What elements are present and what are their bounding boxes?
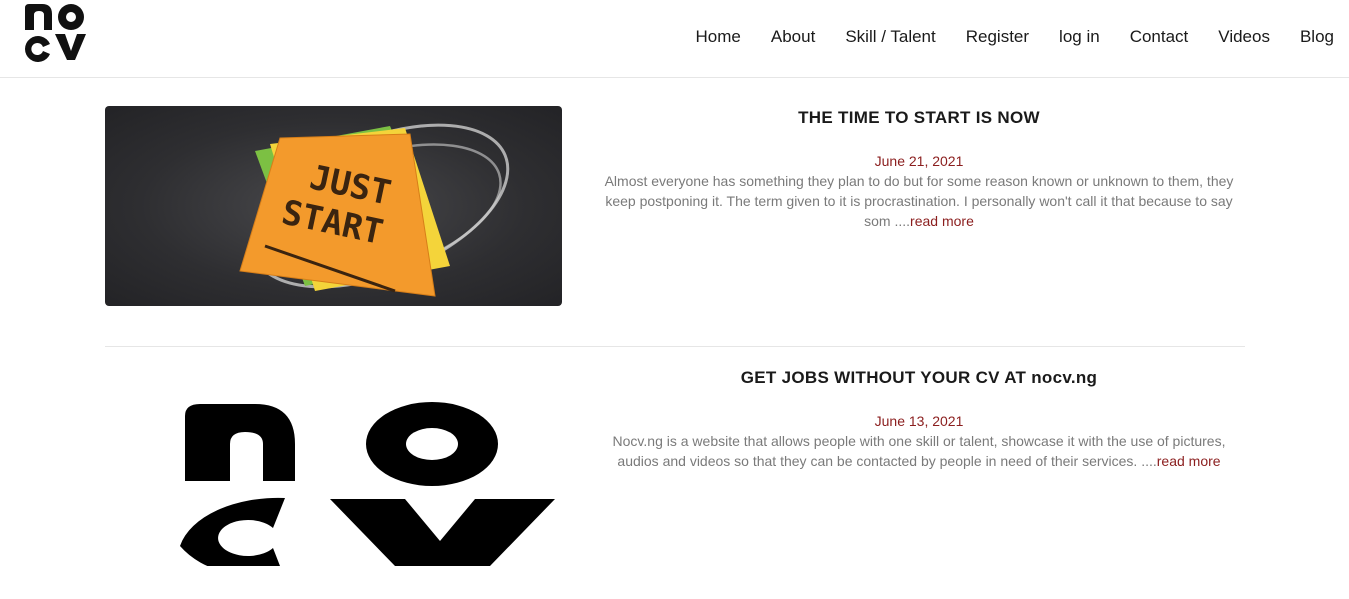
post-excerpt: Almost everyone has something they plan … — [595, 171, 1243, 231]
site-logo[interactable] — [24, 2, 86, 62]
site-header: Home About Skill / Talent Register log i… — [0, 0, 1349, 78]
nav-videos[interactable]: Videos — [1218, 27, 1270, 47]
nav-skill-talent[interactable]: Skill / Talent — [845, 27, 935, 47]
post-title[interactable]: GET JOBS WITHOUT YOUR CV AT nocv.ng — [595, 368, 1243, 388]
read-more-link[interactable]: read more — [1157, 453, 1221, 469]
nav-register[interactable]: Register — [966, 27, 1029, 47]
post-content: THE TIME TO START IS NOW June 21, 2021 A… — [595, 106, 1243, 231]
main-nav: Home About Skill / Talent Register log i… — [666, 27, 1334, 47]
post-date: June 21, 2021 — [874, 153, 964, 169]
post-thumbnail[interactable]: JUSTSTART — [105, 106, 562, 306]
post-title[interactable]: THE TIME TO START IS NOW — [595, 108, 1243, 128]
blog-post: JUSTSTART THE TIME TO START IS NOW June … — [105, 106, 1245, 306]
nav-home[interactable]: Home — [696, 27, 741, 47]
nav-about[interactable]: About — [771, 27, 815, 47]
blog-post: GET JOBS WITHOUT YOUR CV AT nocv.ng June… — [105, 366, 1245, 566]
post-excerpt: Nocv.ng is a website that allows people … — [595, 431, 1243, 471]
post-divider — [105, 346, 1245, 347]
nav-log-in[interactable]: log in — [1059, 27, 1100, 47]
post-excerpt-text: Nocv.ng is a website that allows people … — [612, 433, 1226, 469]
read-more-link[interactable]: read more — [910, 213, 974, 229]
post-date: June 13, 2021 — [874, 413, 964, 429]
nav-blog[interactable]: Blog — [1300, 27, 1334, 47]
nav-contact[interactable]: Contact — [1130, 27, 1189, 47]
post-thumbnail[interactable] — [105, 366, 562, 566]
post-content: GET JOBS WITHOUT YOUR CV AT nocv.ng June… — [595, 366, 1243, 471]
